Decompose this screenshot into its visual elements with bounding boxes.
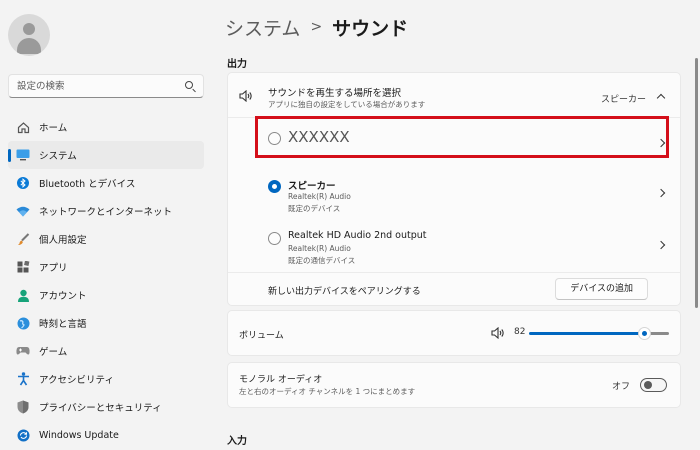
output-device-row[interactable]: Realtek HD Audio 2nd output Realtek(R) A… bbox=[228, 222, 680, 272]
speaker-icon[interactable] bbox=[491, 326, 505, 340]
volume-value: 82 bbox=[514, 327, 526, 337]
page-title: サウンド bbox=[332, 17, 409, 40]
pair-device-row: 新しい出力デバイスをペアリングする デバイスの追加 bbox=[228, 273, 680, 307]
sidebar: ホーム システム Bluetooth とデバイス ネットワークとインターネット … bbox=[0, 0, 212, 450]
sidebar-item-label: アカウント bbox=[39, 291, 87, 302]
globe-icon bbox=[16, 316, 30, 330]
sidebar-item-label: ネットワークとインターネット bbox=[39, 207, 173, 218]
sidebar-item-label: 個人用設定 bbox=[39, 235, 87, 246]
sidebar-item-label: プライバシーとセキュリティ bbox=[39, 403, 162, 414]
volume-card: ボリューム 82 bbox=[227, 310, 681, 356]
mono-audio-title: モノラル オーディオ bbox=[239, 375, 323, 385]
mono-audio-toggle[interactable] bbox=[640, 378, 667, 392]
chevron-right-icon[interactable] bbox=[656, 188, 666, 198]
sidebar-nav: ホーム システム Bluetooth とデバイス ネットワークとインターネット … bbox=[8, 113, 204, 449]
sidebar-item-windows-update[interactable]: Windows Update bbox=[8, 421, 204, 449]
highlight-box bbox=[255, 116, 669, 158]
output-device-row[interactable]: スピーカー Realtek(R) Audio 既定のデバイス bbox=[228, 168, 680, 220]
speaker-icon bbox=[239, 89, 253, 103]
sidebar-item-personalization[interactable]: 個人用設定 bbox=[8, 225, 204, 253]
device-radio[interactable] bbox=[268, 232, 281, 245]
device-driver: Realtek(R) Audio bbox=[288, 244, 351, 253]
avatar-head bbox=[23, 23, 35, 35]
volume-label: ボリューム bbox=[239, 331, 284, 341]
sidebar-item-label: ゲーム bbox=[39, 347, 68, 358]
choose-output-title: サウンドを再生する場所を選択 bbox=[268, 88, 402, 99]
sidebar-item-label: Bluetooth とデバイス bbox=[39, 179, 136, 190]
sidebar-item-system[interactable]: システム bbox=[8, 141, 204, 169]
device-radio-selected[interactable] bbox=[268, 180, 281, 193]
device-driver: Realtek(R) Audio bbox=[288, 192, 351, 201]
breadcrumb-parent[interactable]: システム bbox=[225, 14, 300, 41]
person-icon bbox=[16, 288, 30, 302]
choose-output-row[interactable]: サウンドを再生する場所を選択 アプリに独自の設定をしている場合があります スピー… bbox=[228, 73, 680, 117]
sidebar-item-network[interactable]: ネットワークとインターネット bbox=[8, 197, 204, 225]
sidebar-item-home[interactable]: ホーム bbox=[8, 113, 204, 141]
sidebar-item-label: システム bbox=[39, 151, 77, 162]
bluetooth-icon bbox=[16, 176, 30, 190]
scrollbar[interactable] bbox=[695, 58, 698, 308]
selected-output-value: スピーカー bbox=[600, 95, 646, 105]
output-section-title: 出力 bbox=[227, 59, 247, 70]
mono-audio-subtitle: 左と右のオーディオ チャンネルを 1 つにまとめます bbox=[239, 387, 416, 396]
search-box[interactable] bbox=[8, 74, 204, 98]
breadcrumb-separator: > bbox=[310, 19, 323, 35]
sidebar-item-label: ホーム bbox=[39, 123, 68, 134]
search-icon[interactable] bbox=[185, 81, 193, 89]
home-icon bbox=[16, 120, 30, 134]
gamepad-icon bbox=[16, 344, 30, 358]
sidebar-item-apps[interactable]: アプリ bbox=[8, 253, 204, 281]
mono-audio-card: モノラル オーディオ 左と右のオーディオ チャンネルを 1 つにまとめます オフ bbox=[227, 362, 681, 408]
device-name: Realtek HD Audio 2nd output bbox=[288, 230, 427, 241]
input-section-title: 入力 bbox=[227, 436, 247, 447]
sidebar-item-label: Windows Update bbox=[39, 429, 119, 441]
shield-icon bbox=[16, 400, 30, 414]
sidebar-item-time-language[interactable]: 時刻と言語 bbox=[8, 309, 204, 337]
avatar[interactable] bbox=[8, 14, 50, 56]
sidebar-item-privacy[interactable]: プライバシーとセキュリティ bbox=[8, 393, 204, 421]
chevron-right-icon[interactable] bbox=[656, 240, 666, 250]
choose-output-subtitle: アプリに独自の設定をしている場合があります bbox=[268, 100, 426, 109]
chevron-up-icon[interactable] bbox=[656, 93, 666, 103]
device-name: スピーカー bbox=[288, 181, 336, 192]
device-role: 既定のデバイス bbox=[288, 204, 341, 213]
output-card: サウンドを再生する場所を選択 アプリに独自の設定をしている場合があります スピー… bbox=[227, 72, 681, 306]
sidebar-item-accounts[interactable]: アカウント bbox=[8, 281, 204, 309]
volume-slider-fill bbox=[529, 332, 644, 335]
update-icon bbox=[16, 428, 30, 442]
device-role: 既定の通信デバイス bbox=[288, 256, 356, 265]
mono-audio-state: オフ bbox=[611, 382, 630, 392]
add-device-button[interactable]: デバイスの追加 bbox=[555, 278, 648, 300]
sidebar-item-bluetooth[interactable]: Bluetooth とデバイス bbox=[8, 169, 204, 197]
search-input[interactable] bbox=[9, 75, 169, 97]
brush-icon bbox=[16, 232, 30, 246]
sidebar-item-label: アプリ bbox=[39, 263, 68, 274]
sidebar-item-accessibility[interactable]: アクセシビリティ bbox=[8, 365, 204, 393]
pair-device-label: 新しい出力デバイスをペアリングする bbox=[268, 287, 421, 297]
accessibility-icon bbox=[16, 372, 30, 386]
sidebar-item-label: アクセシビリティ bbox=[39, 375, 114, 386]
avatar-body bbox=[17, 38, 41, 54]
apps-icon bbox=[16, 260, 30, 274]
sidebar-item-label: 時刻と言語 bbox=[39, 319, 87, 330]
volume-slider-thumb[interactable] bbox=[638, 327, 651, 340]
wifi-icon bbox=[16, 204, 30, 218]
monitor-icon bbox=[16, 148, 30, 162]
sidebar-item-gaming[interactable]: ゲーム bbox=[8, 337, 204, 365]
breadcrumb: システム > サウンド bbox=[225, 14, 408, 40]
